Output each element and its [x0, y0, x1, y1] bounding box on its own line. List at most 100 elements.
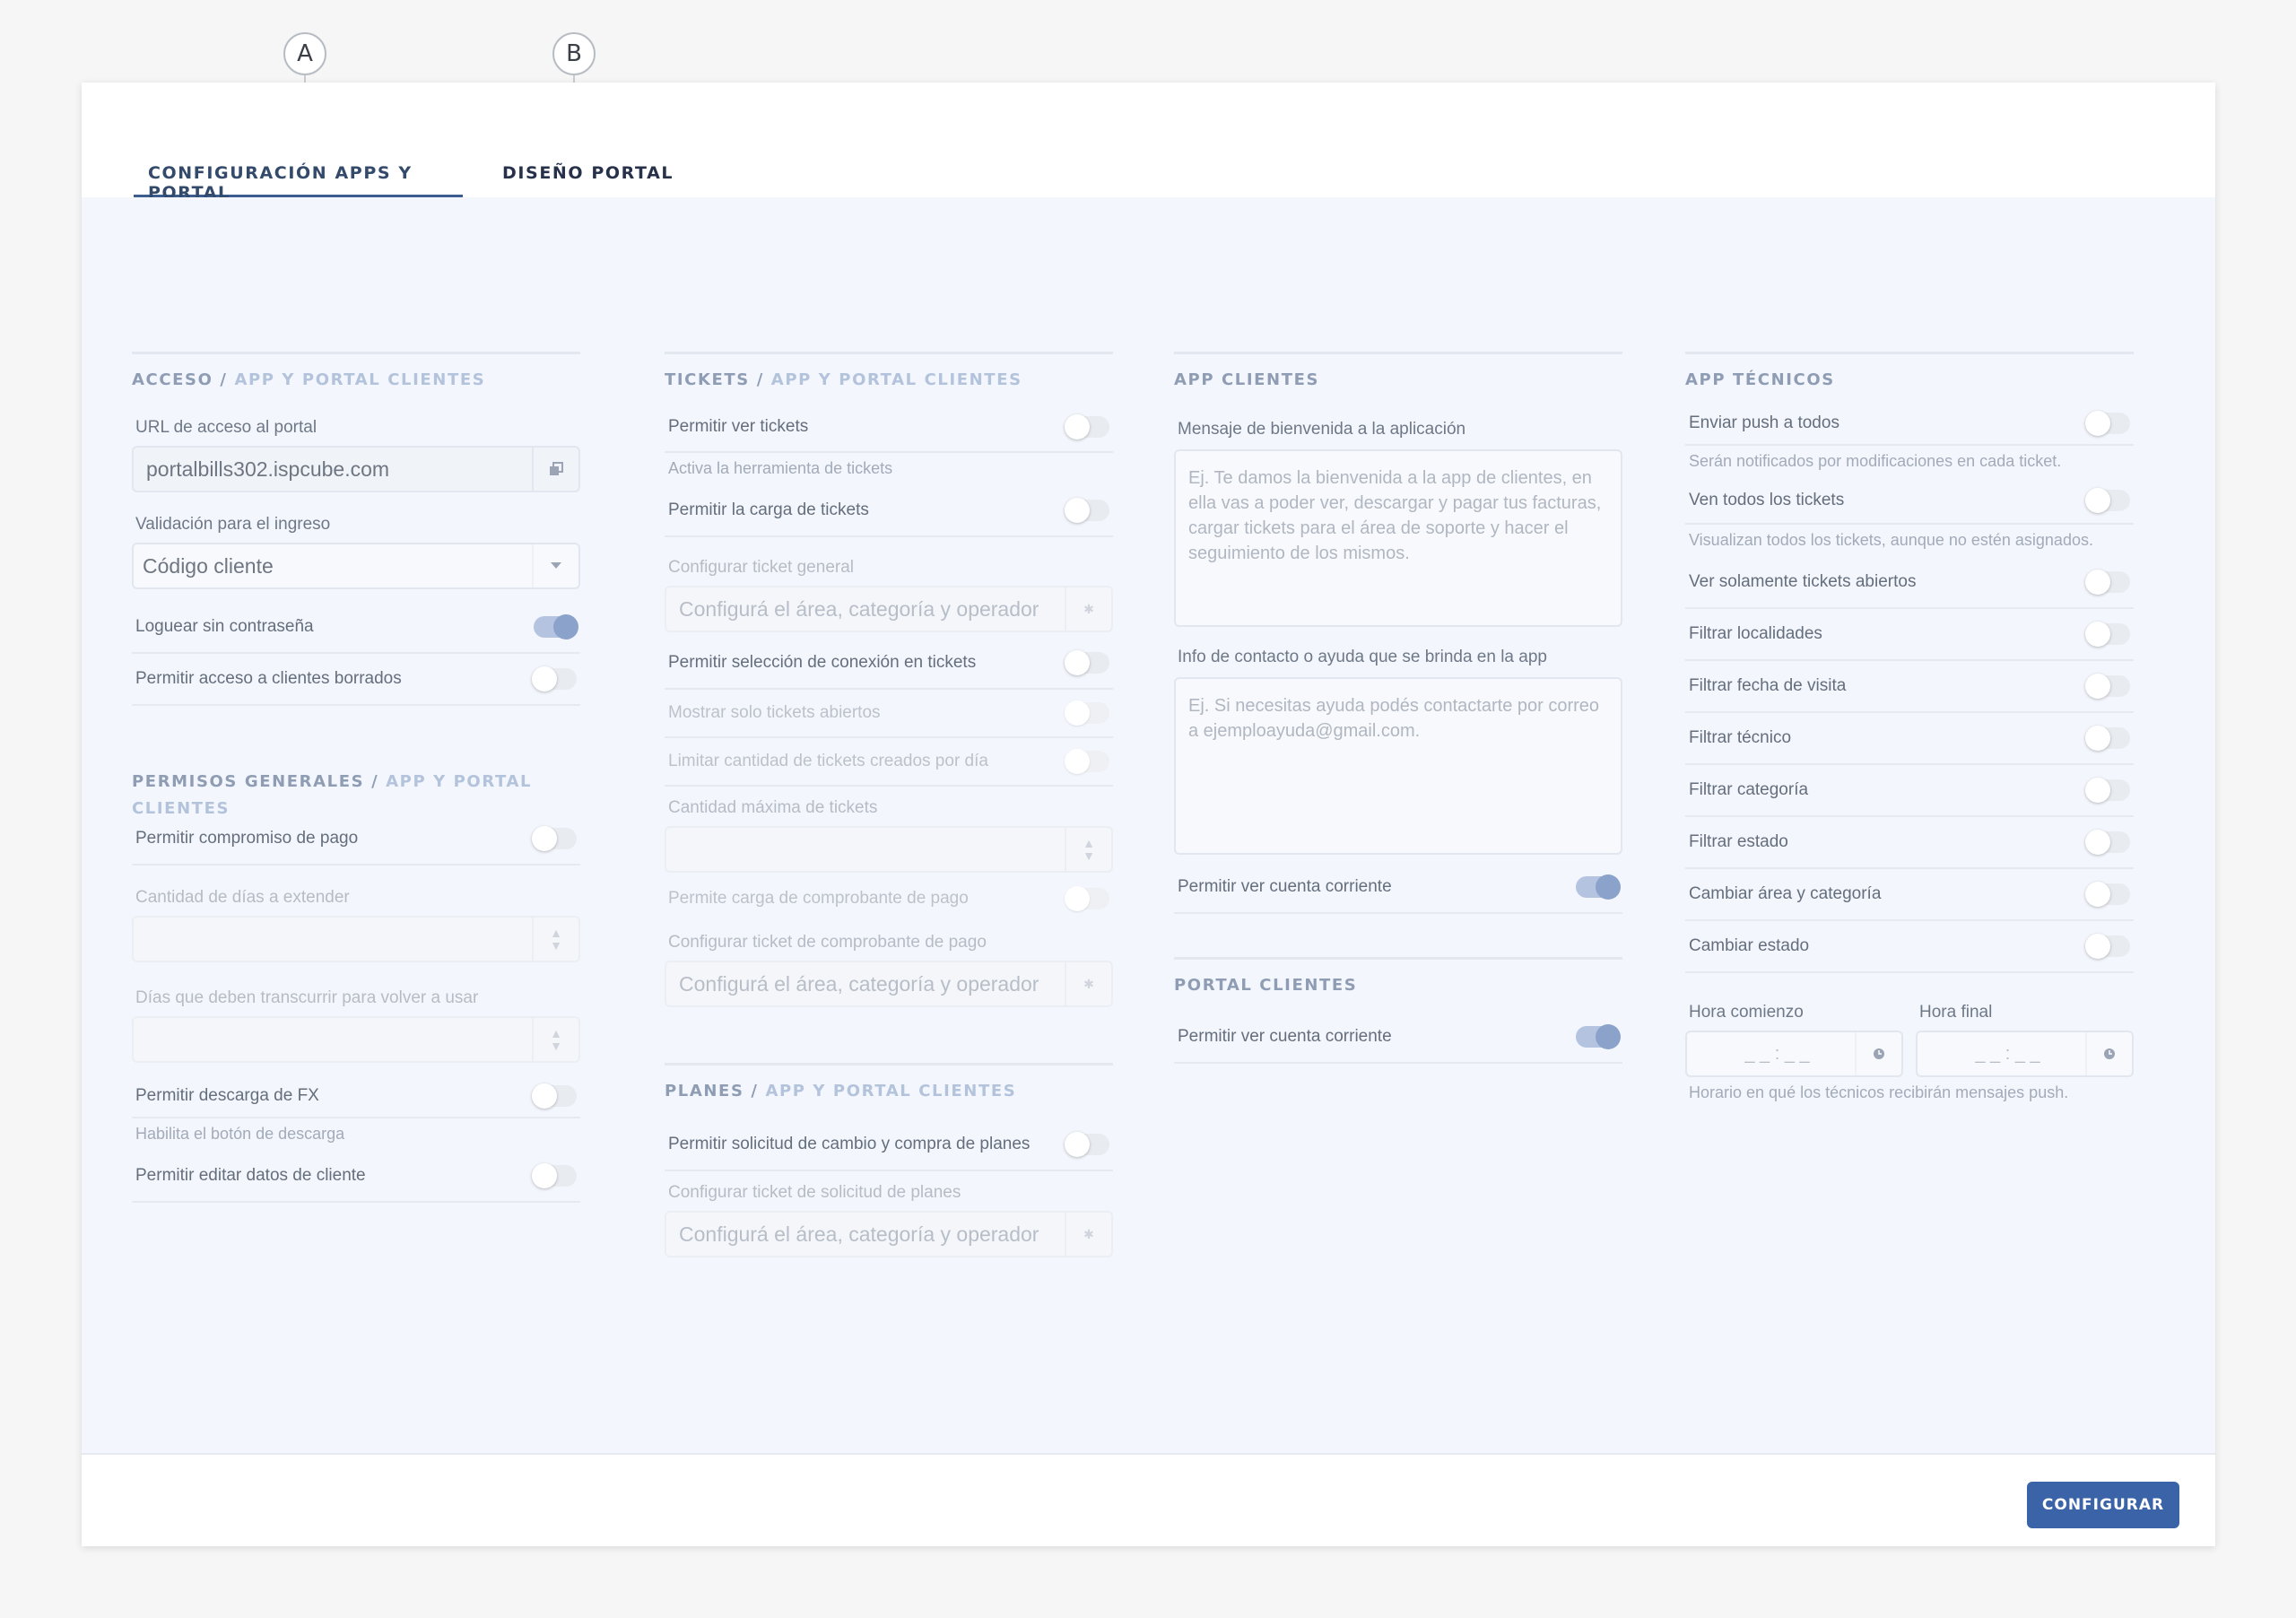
toggle[interactable]: [2085, 726, 2130, 751]
stepper-icon[interactable]: ▲ ▼: [532, 1018, 578, 1061]
config-comprobante-placeholder: Configurá el área, categoría y operador: [679, 971, 1039, 996]
seleccion-toggle[interactable]: [1065, 650, 1109, 675]
toggle[interactable]: [2085, 674, 2130, 699]
toggle-row-cuenta-app: Permitir ver cuenta corriente: [1174, 862, 1622, 914]
hora-comienzo-label: Hora comienzo: [1689, 1003, 1804, 1022]
toggle-row-tecnicos: Filtrar estado: [1685, 817, 2134, 869]
divider: [1174, 957, 1622, 960]
toggle-row-comprobante: Permite carga de comprobante de pago: [665, 873, 1113, 925]
compromiso-toggle[interactable]: [532, 826, 577, 851]
cuenta-app-toggle[interactable]: [1576, 874, 1621, 900]
ver-tickets-label: Permitir ver tickets: [668, 417, 809, 436]
contacto-textarea[interactable]: Ej. Si necesitas ayuda podés contactarte…: [1174, 677, 1622, 855]
config-general-input[interactable]: Configurá el área, categoría y operador …: [665, 586, 1113, 632]
config-comprobante-label: Configurar ticket de comprobante de pago: [668, 933, 987, 952]
toggle-row-limitar: Limitar cantidad de tickets creados por …: [665, 738, 1113, 787]
toggle[interactable]: [2085, 934, 2130, 959]
toggle-row-tecnicos: Cambiar estado: [1685, 921, 2134, 973]
gear-icon[interactable]: ✱: [1065, 587, 1111, 631]
tab-configuracion[interactable]: CONFIGURACIÓN APPS Y PORTAL: [134, 163, 463, 203]
ven-todos-toggle[interactable]: [2085, 488, 2130, 513]
gear-icon[interactable]: ✱: [1065, 1213, 1111, 1256]
comprobante-label: Permite carga de comprobante de pago: [668, 889, 969, 908]
url-input[interactable]: portalbills302.ispcube.com: [132, 446, 580, 492]
solicitud-toggle[interactable]: [1065, 1132, 1109, 1157]
section-title-acceso: ACCESO / APP Y PORTAL CLIENTES: [132, 370, 486, 389]
push-hint: Serán notificados por modificaciones en …: [1689, 452, 2062, 470]
solo-abiertos-toggle[interactable]: [1065, 700, 1109, 726]
toggle-row-ven-todos: Ven todos los tickets: [1685, 478, 2134, 525]
column-acceso: ACCESO / APP Y PORTAL CLIENTES URL de ac…: [132, 352, 580, 1203]
section-title-app-clientes: APP CLIENTES: [1174, 370, 1320, 389]
editar-label: Permitir editar datos de cliente: [135, 1166, 366, 1185]
hora-hint: Horario en qué los técnicos recibirán me…: [1689, 1083, 2069, 1101]
descarga-label: Permitir descarga de FX: [135, 1086, 319, 1105]
settings-card: CONFIGURACIÓN APPS Y PORTAL DISEÑO PORTA…: [82, 83, 2215, 1546]
toggle-row-tecnicos: Filtrar localidades: [1685, 609, 2134, 661]
toggle-row-seleccion: Permitir selección de conexión en ticket…: [665, 638, 1113, 690]
toggle-row-cuenta-portal: Permitir ver cuenta corriente: [1174, 1012, 1622, 1064]
toggle-row-tecnicos: Filtrar fecha de visita: [1685, 661, 2134, 713]
divider: [1685, 352, 2134, 354]
gear-icon[interactable]: ✱: [1065, 962, 1111, 1005]
config-comprobante-input[interactable]: Configurá el área, categoría y operador …: [665, 961, 1113, 1007]
toggle-row-editar: Permitir editar datos de cliente: [132, 1151, 580, 1203]
toggle[interactable]: [2085, 570, 2130, 595]
limitar-label: Limitar cantidad de tickets creados por …: [668, 752, 988, 770]
ven-todos-label: Ven todos los tickets: [1689, 491, 1845, 509]
config-planes-placeholder: Configurá el área, categoría y operador: [679, 1222, 1039, 1246]
push-toggle[interactable]: [2085, 411, 2130, 436]
toggle[interactable]: [2085, 882, 2130, 907]
clock-icon[interactable]: [1855, 1032, 1901, 1075]
toggle[interactable]: [2085, 778, 2130, 803]
editar-toggle[interactable]: [532, 1163, 577, 1188]
toggle[interactable]: [2085, 622, 2130, 647]
stepper-icon[interactable]: ▲ ▼: [1065, 828, 1111, 871]
tab-diseno-portal[interactable]: DISEÑO PORTAL: [502, 163, 674, 197]
config-planes-label: Configurar ticket de solicitud de planes: [668, 1183, 961, 1202]
hora-final-placeholder: _ _ : _ _: [1975, 1043, 2040, 1064]
hora-final-input[interactable]: _ _ : _ _: [1916, 1031, 2134, 1077]
validacion-label: Validación para el ingreso: [135, 515, 331, 534]
cuenta-app-label: Permitir ver cuenta corriente: [1178, 877, 1392, 896]
chevron-down-icon[interactable]: [532, 544, 578, 587]
borrados-label: Permitir acceso a clientes borrados: [135, 669, 402, 688]
comprobante-toggle[interactable]: [1065, 886, 1109, 911]
config-planes-input[interactable]: Configurá el área, categoría y operador …: [665, 1211, 1113, 1257]
toggle-row-borrados: Permitir acceso a clientes borrados: [132, 654, 580, 706]
divider: [132, 352, 580, 354]
toggle-row-carga-tickets: Permitir la carga de tickets: [665, 485, 1113, 537]
carga-tickets-label: Permitir la carga de tickets: [668, 500, 869, 519]
column-tickets: TICKETS / APP Y PORTAL CLIENTES Permitir…: [665, 352, 1113, 1257]
copy-icon[interactable]: [532, 448, 578, 491]
cantidad-max-input[interactable]: ▲ ▼: [665, 826, 1113, 873]
divider: [665, 352, 1113, 354]
ver-tickets-toggle[interactable]: [1065, 414, 1109, 439]
carga-tickets-toggle[interactable]: [1065, 498, 1109, 523]
hora-comienzo-input[interactable]: _ _ : _ _: [1685, 1031, 1903, 1077]
toggle-row-ver-tickets: Permitir ver tickets: [665, 403, 1113, 453]
section-title-app-tecnicos: APP TÉCNICOS: [1685, 370, 1835, 389]
borrados-toggle[interactable]: [532, 666, 577, 692]
clock-icon[interactable]: [2085, 1032, 2132, 1075]
toggle-row-tecnicos: Filtrar técnico: [1685, 713, 2134, 765]
descarga-toggle[interactable]: [532, 1083, 577, 1109]
hora-comienzo-placeholder: _ _ : _ _: [1744, 1043, 1810, 1064]
toggle-row-tecnicos: Cambiar área y categoría: [1685, 869, 2134, 921]
loguear-toggle[interactable]: [534, 614, 578, 639]
validacion-select[interactable]: Código cliente: [132, 543, 580, 589]
cantidad-max-label: Cantidad máxima de tickets: [668, 798, 878, 817]
configurar-button[interactable]: CONFIGURAR: [2027, 1482, 2179, 1528]
stepper-icon[interactable]: ▲ ▼: [532, 918, 578, 961]
cuenta-portal-toggle[interactable]: [1576, 1024, 1621, 1049]
toggle[interactable]: [2085, 830, 2130, 855]
dias-volver-input[interactable]: ▲ ▼: [132, 1016, 580, 1063]
card-footer: CONFIGURAR: [82, 1453, 2215, 1546]
marker-a: A: [283, 32, 326, 75]
section-title-permisos: PERMISOS GENERALES / APP Y PORTAL CLIENT…: [132, 772, 533, 818]
toggle-row-solicitud: Permitir solicitud de cambio y compra de…: [665, 1119, 1113, 1171]
dias-extender-input[interactable]: ▲ ▼: [132, 916, 580, 962]
limitar-toggle[interactable]: [1065, 749, 1109, 774]
bienvenida-textarea[interactable]: Ej. Te damos la bienvenida a la app de c…: [1174, 449, 1622, 627]
toggle-row-tecnicos: Filtrar categoría: [1685, 765, 2134, 817]
